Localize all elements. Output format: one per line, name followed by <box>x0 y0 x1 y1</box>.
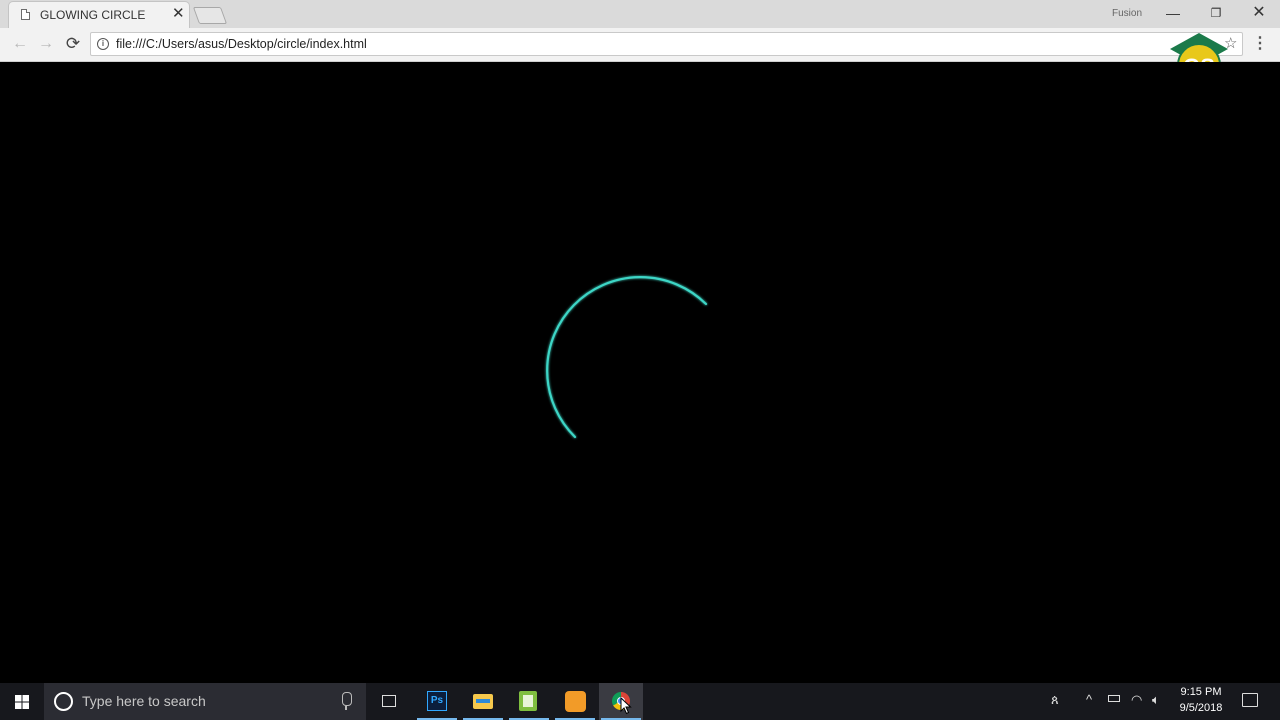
profile-label[interactable]: Fusion <box>1112 8 1142 19</box>
back-button[interactable]: ← <box>10 34 30 54</box>
volume-muted-icon[interactable]: 🔈︎ <box>1152 692 1160 708</box>
browser-tab[interactable]: GLOWING CIRCLE ✕ <box>8 1 190 28</box>
restore-button[interactable]: ❐ <box>1201 4 1231 22</box>
clock-time[interactable]: 9:15 PM <box>1172 686 1230 698</box>
task-view-button[interactable] <box>368 683 412 720</box>
url-text[interactable]: file:///C:/Users/asus/Desktop/circle/ind… <box>116 37 367 51</box>
search-placeholder[interactable]: Type here to search <box>82 693 206 709</box>
cortana-icon[interactable] <box>54 692 73 711</box>
glowing-arc <box>546 276 708 439</box>
photoshop-icon: Ps <box>427 691 447 711</box>
media-app-icon <box>565 691 586 712</box>
battery-icon[interactable] <box>1108 695 1120 702</box>
forward-button[interactable]: → <box>36 34 56 54</box>
tab-close-icon[interactable]: ✕ <box>172 5 185 23</box>
mouse-cursor-icon <box>620 697 632 715</box>
microphone-icon[interactable] <box>342 692 352 710</box>
browser-menu-icon[interactable]: ⋮ <box>1250 33 1270 55</box>
browser-toolbar: ← → ⟳ i file:///C:/Users/asus/Desktop/ci… <box>0 28 1280 62</box>
address-bar[interactable]: i file:///C:/Users/asus/Desktop/circle/i… <box>90 32 1243 56</box>
new-tab-button[interactable] <box>192 7 228 24</box>
tab-strip: GLOWING CIRCLE ✕ Fusion — ❐ ✕ <box>0 0 1280 28</box>
glowing-circle <box>546 276 708 439</box>
wifi-icon[interactable]: ◠ <box>1131 692 1142 708</box>
notifications-icon[interactable] <box>1242 693 1258 707</box>
taskbar: Type here to search Ps ጰ ^ ◠ 🔈︎ 9:15 PM … <box>0 683 1280 720</box>
document-icon <box>21 9 30 20</box>
show-hidden-icons-chevron[interactable]: ^ <box>1086 692 1092 707</box>
tab-title: GLOWING CIRCLE <box>40 8 146 22</box>
clock-date[interactable]: 9/5/2018 <box>1172 702 1230 714</box>
notepad-icon <box>519 691 537 711</box>
taskbar-app-notepad[interactable] <box>507 683 551 720</box>
windows-start-icon[interactable] <box>8 689 36 715</box>
people-icon[interactable]: ጰ <box>1051 692 1059 708</box>
taskbar-app-photoshop[interactable]: Ps <box>415 683 459 720</box>
folder-icon <box>473 694 493 709</box>
taskbar-app-media[interactable] <box>553 683 597 720</box>
minimize-button[interactable]: — <box>1158 4 1188 22</box>
taskbar-app-file-explorer[interactable] <box>461 683 505 720</box>
close-window-button[interactable]: ✕ <box>1244 4 1274 22</box>
taskbar-search[interactable]: Type here to search <box>44 683 366 720</box>
reload-button[interactable]: ⟳ <box>63 34 83 54</box>
info-icon[interactable]: i <box>97 38 109 50</box>
task-view-icon <box>382 695 396 707</box>
